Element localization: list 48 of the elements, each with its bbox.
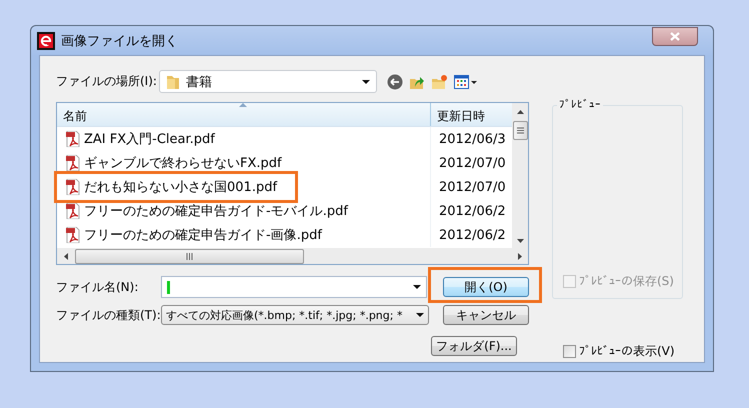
checkbox-label: ﾌﾟﾚﾋﾞｭｰの表示(V) bbox=[579, 343, 675, 360]
pdf-file-icon bbox=[65, 227, 80, 243]
pdf-file-icon bbox=[65, 179, 80, 195]
horizontal-scrollbar[interactable] bbox=[57, 248, 528, 264]
scroll-up-icon[interactable] bbox=[516, 110, 524, 114]
scroll-down-icon[interactable] bbox=[516, 239, 524, 243]
scroll-left-icon[interactable] bbox=[64, 252, 68, 260]
scroll-right-icon[interactable] bbox=[518, 252, 522, 260]
file-name-field[interactable] bbox=[161, 276, 427, 298]
checkbox[interactable] bbox=[563, 345, 576, 358]
vertical-scrollbar[interactable] bbox=[512, 103, 528, 248]
file-date: 2012/07/0 bbox=[438, 156, 506, 170]
checkbox-label: ﾌﾟﾚﾋﾞｭｰの保存(S) bbox=[579, 273, 674, 290]
caret-icon bbox=[362, 80, 370, 84]
close-button[interactable] bbox=[652, 27, 698, 46]
file-name[interactable]: だれも知らない小さな国001.pdf bbox=[84, 178, 278, 196]
file-name[interactable]: フリーのための確定申告ガイド-モバイル.pdf bbox=[84, 202, 348, 220]
caret-icon bbox=[413, 285, 421, 289]
app-icon bbox=[37, 32, 55, 50]
button[interactable]: キャンセル bbox=[443, 305, 529, 325]
back-icon[interactable] bbox=[387, 74, 403, 90]
button[interactable]: 開く(O) bbox=[443, 277, 529, 297]
new-folder-icon[interactable] bbox=[431, 74, 448, 90]
pdf-file-icon bbox=[65, 155, 80, 171]
file-date: 2012/06/2 bbox=[438, 228, 506, 242]
location-label: ファイルの場所(I): bbox=[56, 73, 158, 90]
button[interactable]: フォルダ(F)... bbox=[431, 336, 517, 356]
pdf-file-icon bbox=[65, 131, 80, 147]
file-date: 2012/07/0 bbox=[438, 180, 506, 194]
file-name[interactable]: フリーのための確定申告ガイド-画像.pdf bbox=[84, 226, 322, 244]
column-header[interactable]: 更新日時 bbox=[431, 103, 491, 126]
file-date: 2012/06/3 bbox=[438, 132, 506, 146]
view-menu-icon[interactable] bbox=[454, 74, 478, 90]
file-type-dropdown[interactable]: すべての対応画像(*.bmp; *.tif; *.jpg; *.png; * bbox=[161, 305, 429, 325]
close-icon bbox=[670, 32, 680, 41]
file-name-label: ファイル名(N): bbox=[56, 278, 140, 296]
preview-title: ﾌﾟﾚﾋﾞｭｰ bbox=[557, 98, 603, 111]
folder-icon bbox=[166, 74, 180, 90]
caret-icon bbox=[416, 313, 424, 317]
file-date: 2012/06/2 bbox=[438, 204, 506, 218]
grip-icon bbox=[516, 127, 524, 134]
grip-icon bbox=[186, 252, 193, 260]
file-name[interactable]: ZAI FX入門-Clear.pdf bbox=[84, 130, 215, 148]
file-name[interactable]: ギャンブルで終わらせないFX.pdf bbox=[84, 154, 282, 172]
window-title: 画像ファイルを開く bbox=[61, 32, 178, 50]
pdf-file-icon bbox=[65, 203, 80, 219]
location-dropdown[interactable]: 書籍 bbox=[159, 70, 377, 93]
file-type-label: ファイルの種類(T): bbox=[56, 306, 161, 324]
